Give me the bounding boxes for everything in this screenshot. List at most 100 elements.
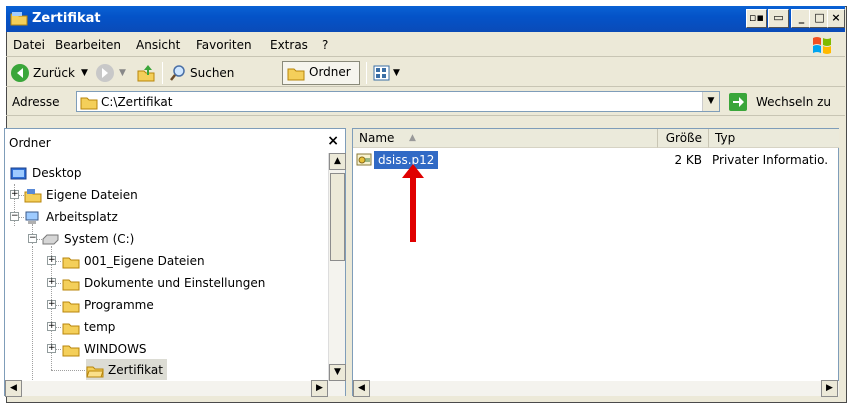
file-size: 2 KB [674,153,702,167]
tree-item-dokumente-und-einstellungen[interactable]: Dokumente und Einstellungen [62,272,265,294]
close-button[interactable]: × [827,9,845,28]
folders-vertical-scrollbar[interactable]: ▲ ▼ [328,153,346,381]
scroll-down-icon[interactable]: ▼ [329,364,346,381]
back-arrow-icon[interactable] [10,63,30,83]
expand-icon[interactable]: + [47,300,56,309]
address-dropdown-icon[interactable]: ▼ [702,92,719,111]
folder-icon [62,301,80,312]
tree-item-label: temp [84,320,116,334]
expand-icon[interactable]: + [47,256,56,265]
column-header-name[interactable]: Name ▲ [353,129,658,148]
folder-icon [62,257,80,268]
tree-item-label: Eigene Dateien [46,188,138,202]
menu-favoriten[interactable]: Favoriten [196,38,252,52]
tree-item-label: Zertifikat [108,363,163,377]
tree-item-001-eigene-dateien[interactable]: 001_Eigene Dateien [62,250,205,272]
folders-pane-header: Ordner × [5,131,343,153]
folders-horizontal-scrollbar[interactable]: ◀ ▶ [5,380,345,397]
collapse-icon[interactable]: − [28,234,37,243]
scroll-thumb[interactable] [330,173,345,261]
toolbar-separator [366,62,367,84]
views-dropdown-icon[interactable]: ▼ [393,63,400,83]
menu-bar: Datei Bearbeiten Ansicht Favoriten Extra… [6,33,845,57]
column-header-label: Größe [665,131,702,145]
tree-item-label: WINDOWS [84,342,147,356]
column-header-label: Name [359,131,395,145]
folder-icon [62,323,80,334]
views-icon[interactable] [372,63,392,83]
folders-pane-title: Ordner [9,136,51,150]
tree-item-label: Arbeitsplatz [46,210,118,224]
collapse-icon[interactable]: − [10,212,19,221]
expand-icon[interactable]: + [47,278,56,287]
folder-icon [80,97,98,110]
tree-item-eigene-dateien[interactable]: Eigene Dateien [24,184,138,206]
tree-item-programme[interactable]: Programme [62,294,154,316]
address-input[interactable]: C:\Zertifikat ▼ [76,91,720,112]
menu-help[interactable]: ? [322,38,328,52]
folder-icon [287,68,305,81]
tree-item-windows[interactable]: WINDOWS [62,338,147,360]
toolbar-separator [162,62,163,84]
scroll-left-icon[interactable]: ◀ [353,380,370,397]
scroll-right-icon[interactable]: ▶ [821,380,838,397]
help-button[interactable]: ▫▪ [746,9,767,28]
forward-dropdown-icon[interactable]: ▼ [119,63,126,83]
scroll-right-icon[interactable]: ▶ [311,380,328,397]
address-value: C:\Zertifikat [101,95,173,109]
close-icon[interactable]: × [327,133,339,149]
menu-ansicht[interactable]: Ansicht [136,38,180,52]
column-header-size[interactable]: Größe [658,129,709,148]
address-label: Adresse [12,95,60,109]
folder-icon [62,279,80,290]
tree-item-system-c[interactable]: System (C:) [42,228,134,250]
scroll-up-icon[interactable]: ▲ [329,153,346,170]
address-bar: Adresse C:\Zertifikat ▼ Wechseln zu [6,88,845,116]
restore-tile-button[interactable]: ▭ [768,9,789,28]
menu-bearbeiten[interactable]: Bearbeiten [55,38,121,52]
go-arrow-icon[interactable] [728,92,748,112]
tree-line [32,246,33,380]
title-bar[interactable]: Zertifikat ▫▪ ▭ _ □ × [6,6,845,32]
menu-datei[interactable]: Datei [13,38,45,52]
tree-item-zertifikat[interactable]: Zertifikat [86,359,167,380]
file-type: Privater Informatio. [712,153,829,167]
go-button[interactable]: Wechseln zu [756,95,831,109]
tree-item-arbeitsplatz[interactable]: Arbeitsplatz [24,206,118,228]
expand-icon[interactable]: + [10,190,19,199]
folders-toggle-button[interactable]: Ordner [282,61,360,85]
back-dropdown-icon[interactable]: ▼ [81,63,88,83]
folder-tree: Desktop + Eigene Dateien − Arbeitsplatz … [10,158,328,380]
menu-extras[interactable]: Extras [270,38,308,52]
certificate-icon [356,153,372,166]
tree-item-desktop[interactable]: Desktop [10,162,82,184]
column-header-type[interactable]: Typ [709,129,839,148]
forward-arrow-icon[interactable] [95,63,115,83]
sort-ascending-icon: ▲ [409,133,416,143]
file-list-horizontal-scrollbar[interactable]: ◀ ▶ [353,380,839,397]
folder-icon [62,345,80,356]
back-button[interactable]: Zurück [33,63,75,83]
folder-icon [10,12,28,26]
scroll-left-icon[interactable]: ◀ [5,380,22,397]
hard-drive-icon [42,234,59,244]
tree-item-label: Desktop [32,166,82,180]
folder-icon [24,188,42,202]
windows-logo-icon [813,37,831,54]
tree-item-temp[interactable]: temp [62,316,115,338]
desktop-icon [10,167,27,179]
tree-item-label: Dokumente und Einstellungen [84,276,266,290]
toolbar: Zurück ▼ ▼ Suchen Ordner ▼ [6,58,845,87]
annotation-arrow-icon [402,164,424,242]
tree-line [51,370,85,371]
search-button[interactable]: Suchen [190,63,234,83]
search-icon[interactable] [168,63,188,83]
column-header-label: Typ [715,131,736,145]
tree-item-label: System (C:) [64,232,135,246]
window-title: Zertifikat [32,11,101,26]
expand-icon[interactable]: + [47,344,56,353]
up-folder-icon[interactable] [136,63,156,83]
computer-icon [25,211,39,224]
expand-icon[interactable]: + [47,322,56,331]
open-folder-icon [86,366,104,377]
